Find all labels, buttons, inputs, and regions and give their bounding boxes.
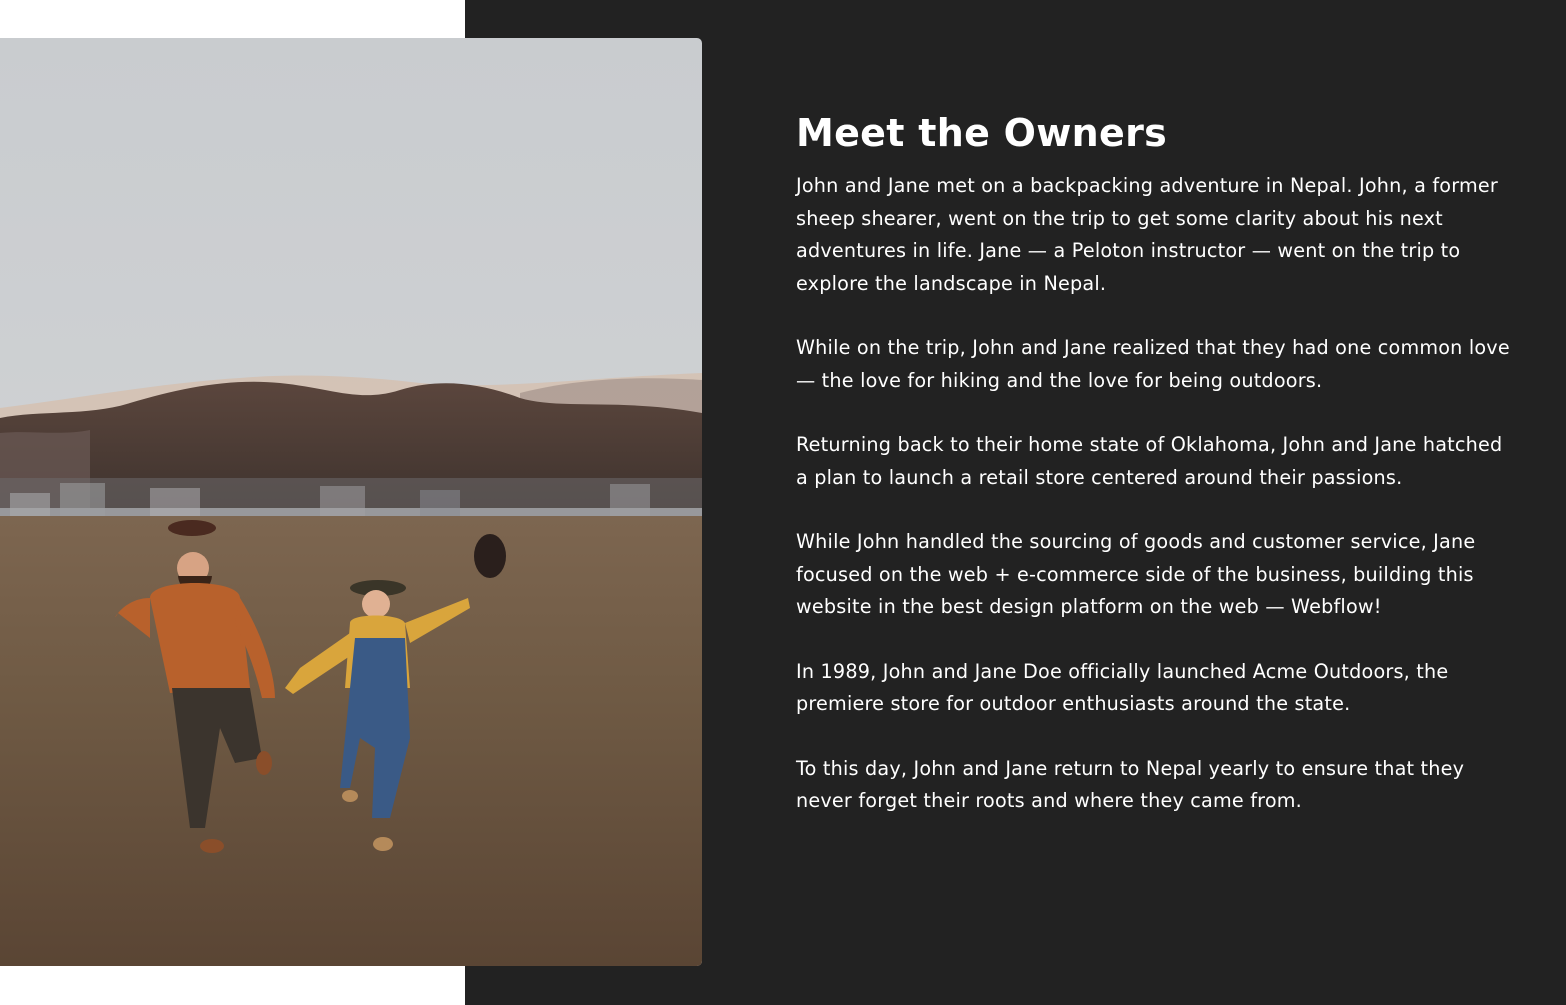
story-paragraph: While on the trip, John and Jane realize… <box>796 336 1510 392</box>
story-paragraph: To this day, John and Jane return to Nep… <box>796 756 1465 813</box>
story-paragraph: John and Jane met on a backpacking adven… <box>796 174 1498 295</box>
owners-section: Meet the Owners John and Jane met on a b… <box>796 110 1516 818</box>
owners-photo <box>0 38 702 966</box>
section-heading: Meet the Owners <box>796 111 1168 155</box>
story-paragraph: While John handled the sourcing of goods… <box>796 530 1476 618</box>
story-paragraph: In 1989, John and Jane Doe officially la… <box>796 659 1449 716</box>
story-paragraph: Returning back to their home state of Ok… <box>796 433 1503 489</box>
